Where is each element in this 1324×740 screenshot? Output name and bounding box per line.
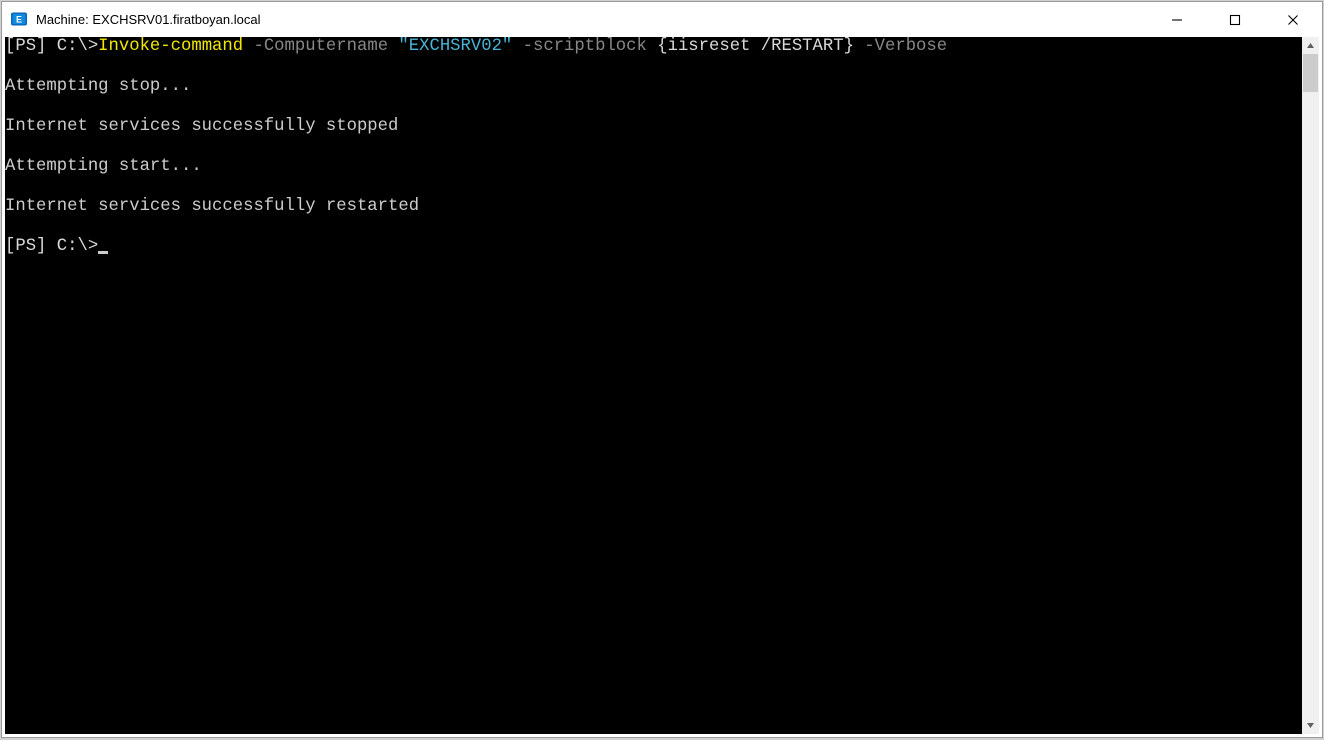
output-line: Attempting start...	[5, 157, 1302, 177]
scroll-down-button[interactable]	[1302, 717, 1319, 734]
blank-line	[5, 97, 1302, 117]
cmdlet-name: Invoke-command	[98, 37, 243, 56]
param-verbose: -Verbose	[864, 37, 947, 56]
arg-computername: "EXCHSRV02"	[398, 37, 512, 56]
brace-close: }	[844, 37, 854, 56]
titlebar[interactable]: E Machine: EXCHSRV01.firatboyan.local	[2, 2, 1322, 37]
blank-line	[5, 137, 1302, 157]
minimize-button[interactable]	[1148, 2, 1206, 37]
ps-prompt: [PS] C:\>	[5, 237, 98, 256]
ps-prompt: [PS] C:\>	[5, 37, 98, 56]
window-title: Machine: EXCHSRV01.firatboyan.local	[36, 12, 261, 27]
output-line: Internet services successfully restarted	[5, 197, 1302, 217]
window-controls	[1148, 2, 1322, 36]
brace-open: {	[657, 37, 667, 56]
vertical-scrollbar[interactable]	[1302, 37, 1319, 734]
blank-line	[5, 217, 1302, 237]
close-button[interactable]	[1264, 2, 1322, 37]
scroll-up-button[interactable]	[1302, 37, 1319, 54]
terminal-output[interactable]: [PS] C:\>Invoke-command -Computername "E…	[5, 37, 1302, 734]
prompt-line: [PS] C:\>	[5, 237, 1302, 257]
scroll-track[interactable]	[1302, 54, 1319, 717]
maximize-button[interactable]	[1206, 2, 1264, 37]
scriptblock-body: iisreset /RESTART	[668, 37, 844, 56]
output-line: Attempting stop...	[5, 77, 1302, 97]
console-window: E Machine: EXCHSRV01.firatboyan.local [P…	[1, 1, 1323, 738]
blank-line	[5, 177, 1302, 197]
command-line: [PS] C:\>Invoke-command -Computername "E…	[5, 37, 1302, 57]
cursor-icon	[98, 251, 108, 254]
client-area: [PS] C:\>Invoke-command -Computername "E…	[5, 37, 1319, 734]
scroll-thumb[interactable]	[1303, 54, 1318, 92]
param-scriptblock: -scriptblock	[523, 37, 647, 56]
param-computername: -Computername	[253, 37, 388, 56]
svg-text:E: E	[16, 14, 22, 24]
blank-line	[5, 57, 1302, 77]
exchange-shell-icon: E	[10, 10, 28, 28]
output-line: Internet services successfully stopped	[5, 117, 1302, 137]
